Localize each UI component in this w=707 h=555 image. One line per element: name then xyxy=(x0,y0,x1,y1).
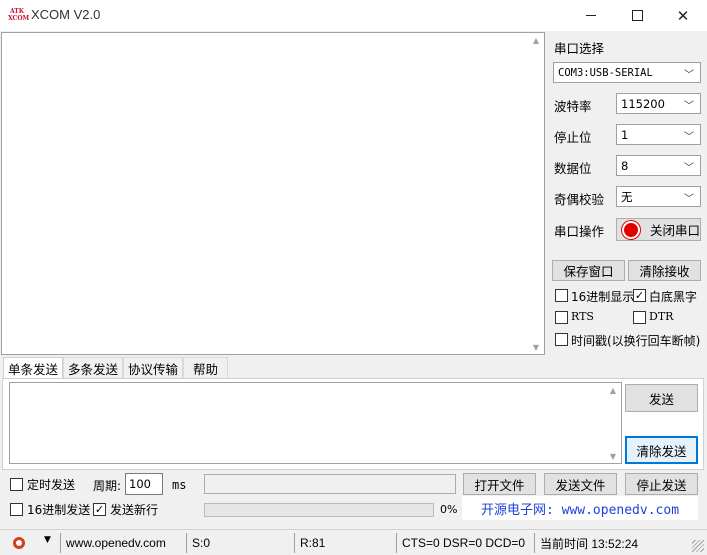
hex-send-checkbox[interactable] xyxy=(10,503,23,516)
chevron-down-icon: ﹀ xyxy=(684,194,694,205)
close-button[interactable]: ✕ xyxy=(660,0,706,31)
parity-label: 奇偶校验 xyxy=(554,192,605,207)
hex-display-label: 16进制显示 xyxy=(571,290,635,304)
checkmark-icon: ✓ xyxy=(634,289,645,302)
rts-label: RTS xyxy=(571,310,594,323)
chevron-down-icon: ﹀ xyxy=(684,101,694,112)
tab-help[interactable]: 帮助 xyxy=(183,357,228,378)
dtr-checkbox[interactable] xyxy=(633,311,646,324)
baud-select-value: 115200 xyxy=(621,96,665,111)
baud-select[interactable]: 115200 ﹀ xyxy=(616,93,701,114)
white-black-checkbox[interactable]: ✓ xyxy=(633,289,646,302)
period-unit: ms xyxy=(172,478,187,492)
period-label: 周期: xyxy=(93,479,122,493)
data-bits-value: 8 xyxy=(621,158,629,173)
hex-send-label: 16进制发送 xyxy=(27,503,91,517)
parity-value: 无 xyxy=(621,189,633,204)
scroll-down-icon[interactable]: ▼ xyxy=(528,340,544,354)
window-title: XCOM V2.0 xyxy=(31,7,101,22)
send-progress-bar xyxy=(204,503,434,517)
port-select-value: COM3:USB-SERIAL xyxy=(558,66,653,79)
minimize-button[interactable] xyxy=(568,0,614,31)
newline-label: 发送新行 xyxy=(110,503,159,517)
maximize-button[interactable] xyxy=(614,0,660,31)
scroll-up-icon[interactable]: ▲ xyxy=(528,33,544,47)
chevron-down-icon[interactable]: ▼ xyxy=(44,535,51,545)
white-black-label: 白底黑字 xyxy=(649,290,698,304)
clear-receive-button[interactable]: 清除接收 xyxy=(628,260,701,281)
data-bits-label: 数据位 xyxy=(554,161,592,176)
status-signals: CTS=0 DSR=0 DCD=0 xyxy=(396,533,532,553)
website-banner[interactable]: 开源电子网: www.openedv.com xyxy=(462,496,698,520)
resize-grip-icon[interactable] xyxy=(692,540,704,552)
save-window-button[interactable]: 保存窗口 xyxy=(552,260,625,281)
send-file-button[interactable]: 发送文件 xyxy=(544,473,617,495)
logo-bottom-text: XCOM xyxy=(8,15,30,22)
close-port-button[interactable]: 关闭串口 xyxy=(616,218,701,241)
open-file-button[interactable]: 打开文件 xyxy=(463,473,536,495)
stop-bits-label: 停止位 xyxy=(554,130,592,145)
app-logo-icon: ATK XCOM xyxy=(8,8,30,22)
checkmark-icon: ✓ xyxy=(94,503,105,516)
progress-text: 0% xyxy=(440,503,458,516)
minimize-icon xyxy=(586,15,596,16)
status-url[interactable]: www.openedv.com xyxy=(60,533,184,553)
maximize-icon xyxy=(631,10,643,21)
parity-select[interactable]: 无 ﹀ xyxy=(616,186,701,207)
tab-protocol[interactable]: 协议传输 xyxy=(123,357,183,378)
title-bar: ATK XCOM XCOM V2.0 ✕ xyxy=(0,0,707,31)
period-input[interactable]: 100 xyxy=(125,473,163,495)
baud-label: 波特率 xyxy=(554,99,592,114)
rts-checkbox[interactable] xyxy=(555,311,568,324)
tab-single-send[interactable]: 单条发送 xyxy=(3,357,63,379)
status-bar: ▼ www.openedv.com S:0 R:81 CTS=0 DSR=0 D… xyxy=(0,529,707,555)
tab-multi-send[interactable]: 多条发送 xyxy=(63,357,123,378)
close-port-label: 关闭串口 xyxy=(650,223,701,238)
send-button[interactable]: 发送 xyxy=(625,384,698,412)
stop-bits-value: 1 xyxy=(621,127,629,142)
dtr-label: DTR xyxy=(649,310,674,323)
settings-gear-icon[interactable] xyxy=(8,533,30,553)
chevron-down-icon: ﹀ xyxy=(684,163,694,174)
timed-send-checkbox[interactable] xyxy=(10,478,23,491)
logo-top-text: ATK xyxy=(9,8,24,15)
close-icon: ✕ xyxy=(676,6,690,25)
stop-send-button[interactable]: 停止发送 xyxy=(625,473,698,495)
send-scrollbar[interactable]: ▲ ▼ xyxy=(605,383,621,463)
scroll-up-icon[interactable]: ▲ xyxy=(605,383,621,397)
timestamp-checkbox[interactable] xyxy=(555,333,568,346)
scroll-down-icon[interactable]: ▼ xyxy=(605,449,621,463)
receive-area[interactable]: ▲ ▼ xyxy=(1,32,545,355)
send-input[interactable]: ▲ ▼ xyxy=(9,382,622,464)
status-time: 当前时间 13:52:24 xyxy=(534,533,694,553)
status-received: R:81 xyxy=(294,533,394,553)
clear-send-button[interactable]: 清除发送 xyxy=(625,436,698,464)
status-sent: S:0 xyxy=(186,533,293,553)
chevron-down-icon: ﹀ xyxy=(684,132,694,143)
timed-send-label: 定时发送 xyxy=(27,478,76,492)
receive-scrollbar[interactable]: ▲ ▼ xyxy=(528,33,544,354)
chevron-down-icon: ﹀ xyxy=(684,70,694,81)
port-select[interactable]: COM3:USB-SERIAL ﹀ xyxy=(553,62,701,83)
timestamp-label: 时间戳(以换行回车断帧) xyxy=(571,334,701,348)
port-status-icon xyxy=(622,220,640,239)
port-op-label: 串口操作 xyxy=(554,224,605,239)
hex-display-checkbox[interactable] xyxy=(555,289,568,302)
data-bits-select[interactable]: 8 ﹀ xyxy=(616,155,701,176)
port-label: 串口选择 xyxy=(554,41,605,56)
newline-checkbox[interactable]: ✓ xyxy=(93,503,106,516)
file-path-field[interactable] xyxy=(204,474,456,494)
stop-bits-select[interactable]: 1 ﹀ xyxy=(616,124,701,145)
